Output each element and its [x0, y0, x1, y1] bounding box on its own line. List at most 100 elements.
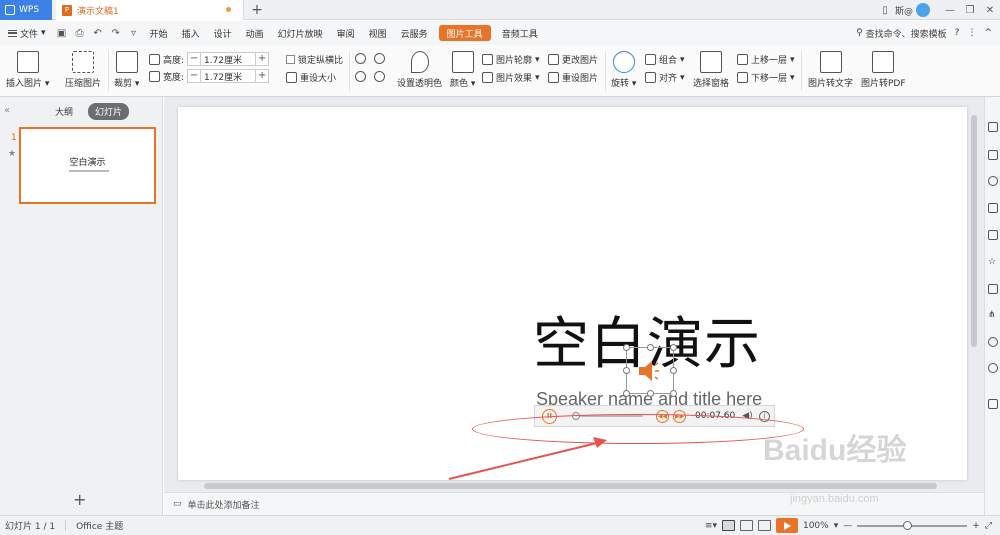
resize-handle[interactable] [623, 367, 630, 374]
archive-icon[interactable] [988, 284, 998, 294]
reading-view-icon[interactable] [757, 520, 771, 531]
rotate-button[interactable]: 旋转 ▾ [611, 45, 636, 89]
redo-icon[interactable]: ↷ [107, 21, 125, 45]
bring-forward-button[interactable]: 上移一层 ▾ [737, 53, 795, 66]
restore-icon[interactable]: ❐ [960, 0, 980, 20]
picture-outline-button[interactable]: 图片轮廓 ▾ [482, 53, 540, 66]
picture-effect-button[interactable]: 图片效果 ▾ [482, 71, 540, 84]
selection-pane-button[interactable]: 选择窗格 [693, 45, 729, 89]
compress-picture-button[interactable]: 压缩图片 [65, 45, 101, 89]
decrease-height-button[interactable]: − [188, 53, 200, 65]
increase-height-button[interactable]: + [256, 53, 268, 65]
share-icon[interactable]: ⋔ [988, 310, 998, 320]
group-button[interactable]: 组合 ▾ [645, 53, 685, 66]
height-input[interactable]: 1.72厘米 [200, 52, 257, 66]
save-icon[interactable]: ▣ [53, 21, 71, 45]
brightness-down-button[interactable] [355, 71, 366, 82]
tab-design[interactable]: 设计 [207, 21, 239, 45]
zoom-out-button[interactable]: — [843, 521, 852, 531]
picture-to-pdf-button[interactable]: 图片转PDF [861, 45, 906, 89]
wps-home-tab[interactable]: WPS [0, 0, 52, 20]
slideshow-play-button[interactable] [775, 518, 798, 533]
collapse-ribbon-button[interactable]: ^ [984, 28, 992, 38]
zoom-handle[interactable] [902, 520, 912, 530]
customize-toolbar-icon[interactable]: ▿ [125, 21, 143, 45]
tab-animation[interactable]: 动画 [239, 21, 271, 45]
brightness-up-button[interactable] [355, 53, 366, 64]
tab-review[interactable]: 审阅 [330, 21, 362, 45]
tablet-mode-icon[interactable]: ▯ [875, 0, 895, 20]
tab-slideshow[interactable]: 幻灯片放映 [271, 21, 330, 45]
decrease-width-button[interactable]: − [188, 70, 200, 82]
tab-picture-tools[interactable]: 图片工具 [438, 25, 491, 41]
resize-handle[interactable] [670, 344, 677, 351]
help-button[interactable]: ? [955, 28, 960, 38]
change-picture-button[interactable]: 更改图片 [548, 53, 598, 66]
contrast-up-button[interactable] [374, 53, 385, 64]
set-transparent-button[interactable]: 设置透明色 [397, 45, 442, 89]
tab-outline[interactable]: 大纲 [48, 103, 80, 120]
apps-grid-icon[interactable] [988, 399, 998, 409]
zoom-slider[interactable] [857, 520, 968, 530]
theme-name[interactable]: Office 主题 [76, 519, 123, 532]
avatar[interactable] [916, 3, 930, 17]
undo-icon[interactable]: ↶ [89, 21, 107, 45]
resize-handle[interactable] [670, 390, 677, 397]
slide-thumbnail[interactable]: 空白演示 [19, 127, 156, 204]
lock-ratio-checkbox[interactable]: 锁定纵横比 [286, 53, 343, 66]
star-icon[interactable]: ☆ [988, 257, 998, 267]
fit-window-icon[interactable]: ⤢ [985, 521, 992, 531]
send-backward-button[interactable]: 下移一层 ▾ [737, 71, 795, 84]
user-name[interactable]: 斯@ [895, 4, 913, 17]
tab-audio-tools[interactable]: 音频工具 [495, 21, 545, 45]
library-icon[interactable] [988, 230, 998, 240]
pin-icon[interactable] [988, 122, 998, 132]
command-search[interactable]: ⚲ 查找命令、搜索模板 [856, 27, 947, 40]
new-tab-button[interactable]: + [250, 0, 264, 20]
help-circle-icon[interactable] [988, 363, 998, 373]
vertical-scrollbar[interactable] [969, 107, 979, 480]
width-stepper[interactable]: − 1.72厘米 + [187, 69, 270, 83]
add-slide-button[interactable]: + [73, 490, 86, 509]
object-icon[interactable] [988, 176, 998, 186]
tab-view[interactable]: 视图 [362, 21, 394, 45]
document-tab[interactable]: P 演示文稿1 [56, 0, 244, 20]
chevron-down-icon[interactable]: ▾ [834, 521, 839, 531]
vertical-scroll-thumb[interactable] [971, 115, 977, 347]
insert-picture-button[interactable]: 插入图片 ▾ [6, 45, 49, 89]
more-button[interactable]: ⋮ [967, 28, 976, 38]
resize-handle[interactable] [647, 344, 654, 351]
tab-home[interactable]: 开始 [143, 21, 175, 45]
history-icon[interactable] [988, 337, 998, 347]
minimize-icon[interactable]: — [940, 0, 960, 20]
width-input[interactable]: 1.72厘米 [200, 69, 257, 83]
close-icon[interactable]: ✕ [980, 0, 1000, 20]
file-menu[interactable]: 文件 ▾ [0, 21, 53, 45]
resize-handle[interactable] [623, 390, 630, 397]
shapes-icon[interactable] [988, 150, 998, 160]
normal-view-icon[interactable] [721, 520, 735, 531]
crop-button[interactable]: 裁剪 ▾ [114, 45, 139, 89]
color-button[interactable]: 颜色 ▾ [450, 45, 475, 89]
resize-handle[interactable] [647, 390, 654, 397]
picture-to-text-button[interactable]: 图片转文字 [808, 45, 853, 89]
reset-picture-button[interactable]: 重设图片 [548, 71, 598, 84]
tab-cloud[interactable]: 云服务 [394, 21, 435, 45]
horizontal-scrollbar[interactable] [178, 482, 967, 490]
print-icon[interactable]: ⎙ [71, 21, 89, 45]
slide-sorter-icon[interactable] [739, 520, 753, 531]
zoom-level[interactable]: 100% [803, 521, 829, 531]
horizontal-scroll-thumb[interactable] [204, 483, 937, 489]
align-button[interactable]: 对齐 ▾ [645, 71, 685, 84]
collapse-panel-icon[interactable]: « [4, 105, 10, 116]
increase-width-button[interactable]: + [256, 70, 268, 82]
reset-size-button[interactable]: 重设大小 [286, 71, 336, 84]
resize-handle[interactable] [623, 344, 630, 351]
audio-object[interactable] [623, 344, 677, 397]
height-stepper[interactable]: − 1.72厘米 + [187, 52, 270, 66]
properties-icon[interactable] [988, 203, 998, 213]
zoom-in-button[interactable]: + [972, 521, 980, 531]
tab-slides[interactable]: 幻灯片 [88, 103, 130, 120]
tab-insert[interactable]: 插入 [175, 21, 207, 45]
contrast-down-button[interactable] [374, 71, 385, 82]
